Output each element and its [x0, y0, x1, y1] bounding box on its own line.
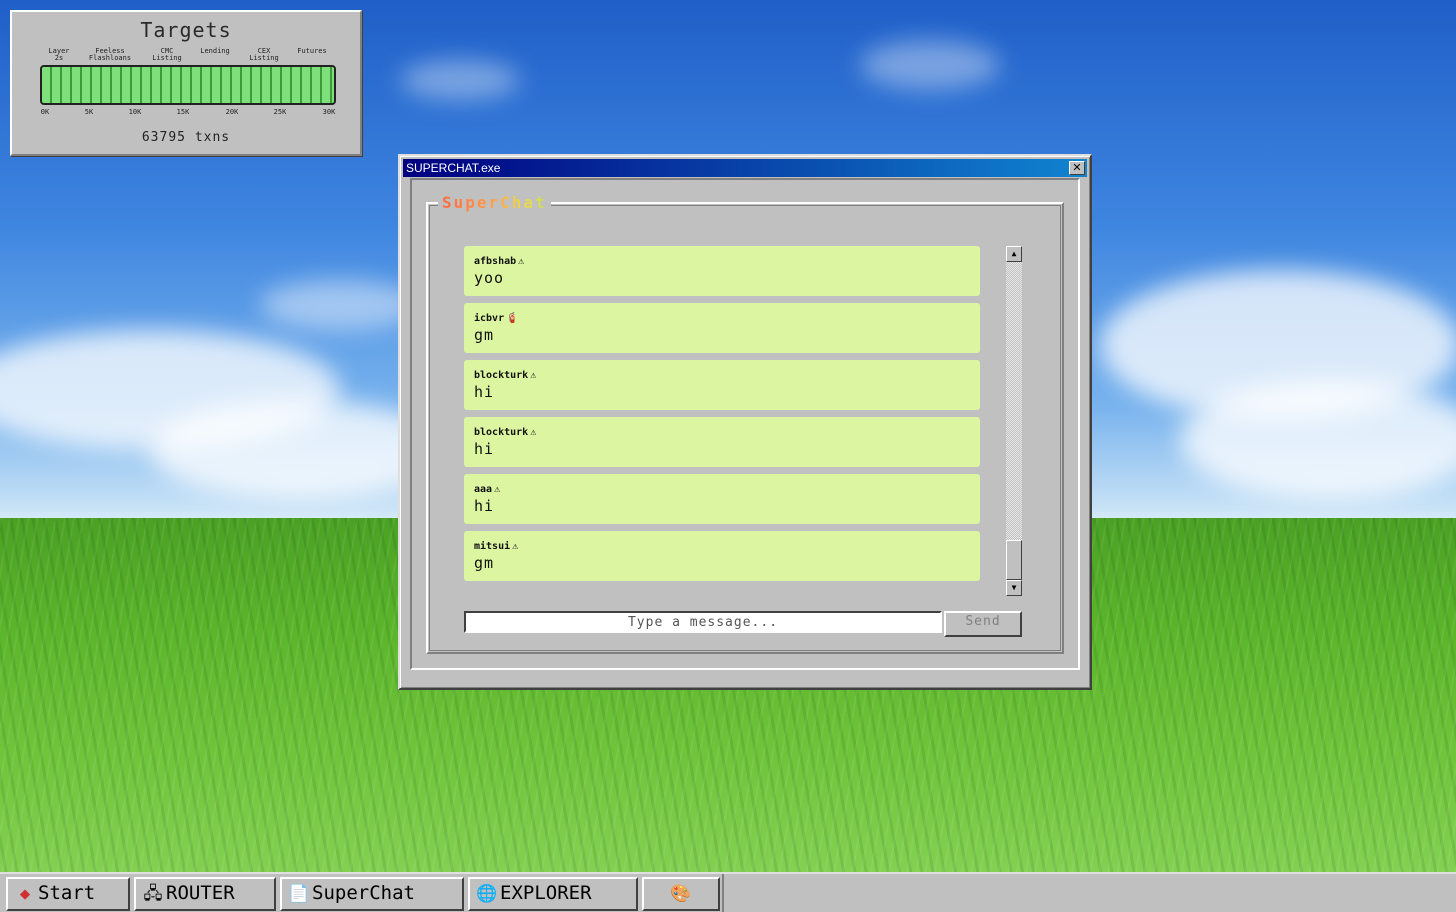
chat-message: blockturk ⚠ hi: [464, 417, 980, 467]
tick-label: 25K: [273, 108, 287, 116]
cloud: [860, 40, 1000, 90]
taskbar-divider: [722, 874, 724, 912]
chat-message: blockturk ⚠ hi: [464, 360, 980, 410]
message-input[interactable]: [464, 611, 942, 633]
message-author: icbvr 🧯: [474, 313, 519, 324]
superchat-window: SUPERCHAT.exe ✕ SuperChat afbshab ⚠ yoo i…: [398, 154, 1092, 690]
tick-label: 5K: [84, 108, 94, 116]
chat-message: mitsui ⚠ gm: [464, 531, 980, 581]
start-icon: ◆: [19, 884, 31, 904]
tick-label: 15K: [176, 108, 190, 116]
message-text: yoo: [474, 269, 505, 287]
milestone-label: Futures: [297, 47, 327, 55]
message-text: hi: [474, 383, 495, 401]
window-title: SUPERCHAT.exe: [406, 161, 501, 175]
scroll-thumb[interactable]: [1006, 540, 1022, 580]
message-author: blockturk ⚠: [474, 427, 537, 438]
extinguisher-icon: 🧯: [506, 313, 519, 324]
message-text: hi: [474, 497, 495, 515]
warning-icon: ⚠: [518, 256, 525, 267]
taskbar-item-router[interactable]: 🖧 ROUTER: [134, 877, 276, 911]
app-name-label: SuperChat: [438, 193, 551, 212]
message-author: aaa ⚠: [474, 484, 501, 495]
taskbar-item-paint[interactable]: 🎨: [642, 877, 720, 911]
start-label: Start: [38, 882, 96, 904]
milestone-label: Feeless Flashloans: [88, 47, 132, 62]
txn-count: 63795 txns: [141, 130, 231, 145]
chat-message: icbvr 🧯 gm: [464, 303, 980, 353]
start-button[interactable]: ◆ Start: [6, 877, 130, 911]
chat-message: aaa ⚠ hi: [464, 474, 980, 524]
targets-widget: Targets Layer 2s Feeless Flashloans CMC …: [10, 10, 362, 156]
warning-icon: ⚠: [512, 541, 519, 552]
message-list: afbshab ⚠ yoo icbvr 🧯 gm blockturk ⚠ hi blo…: [464, 246, 984, 586]
message-scrollbar[interactable]: ▲ ▼: [1006, 246, 1022, 596]
network-icon: 🖧: [143, 884, 163, 904]
chat-message: afbshab ⚠ yoo: [464, 246, 980, 296]
message-text: hi: [474, 440, 495, 458]
cloud: [1180, 380, 1456, 500]
message-author: afbshab ⚠: [474, 256, 525, 267]
taskbar-item-label: ROUTER: [166, 882, 235, 904]
scroll-up-button[interactable]: ▲: [1006, 246, 1022, 262]
cloud: [260, 280, 420, 330]
window-titlebar[interactable]: SUPERCHAT.exe ✕: [403, 159, 1087, 177]
taskbar-item-label: EXPLORER: [500, 882, 592, 904]
warning-icon: ⚠: [494, 484, 501, 495]
message-author: mitsui ⚠: [474, 541, 519, 552]
tick-label: 10K: [128, 108, 142, 116]
taskbar-item-superchat[interactable]: 📄 SuperChat: [280, 877, 464, 911]
targets-progress-fill: [42, 67, 334, 103]
close-button[interactable]: ✕: [1069, 161, 1085, 175]
cloud: [400, 60, 520, 100]
targets-title: Targets: [140, 18, 232, 42]
tick-label: 30K: [322, 108, 336, 116]
taskbar-item-label: SuperChat: [312, 882, 415, 904]
paint-icon: 🎨: [670, 884, 692, 904]
scroll-down-button[interactable]: ▼: [1006, 580, 1022, 596]
send-button[interactable]: Send: [944, 611, 1022, 637]
message-text: gm: [474, 326, 495, 344]
taskbar: ◆ Start 🖧 ROUTER 📄 SuperChat 🌐 EXPLORER 🎨: [0, 872, 1456, 912]
tick-label: 0K: [40, 108, 50, 116]
targets-progress-bar: [40, 65, 336, 105]
warning-icon: ⚠: [530, 370, 537, 381]
tick-label: 20K: [225, 108, 239, 116]
window-panel: SuperChat afbshab ⚠ yoo icbvr 🧯 gm blocktu…: [410, 178, 1080, 670]
globe-icon: 🌐: [476, 884, 498, 904]
document-icon: 📄: [288, 884, 310, 904]
taskbar-item-explorer[interactable]: 🌐 EXPLORER: [468, 877, 638, 911]
message-author: blockturk ⚠: [474, 370, 537, 381]
message-text: gm: [474, 554, 495, 572]
warning-icon: ⚠: [530, 427, 537, 438]
